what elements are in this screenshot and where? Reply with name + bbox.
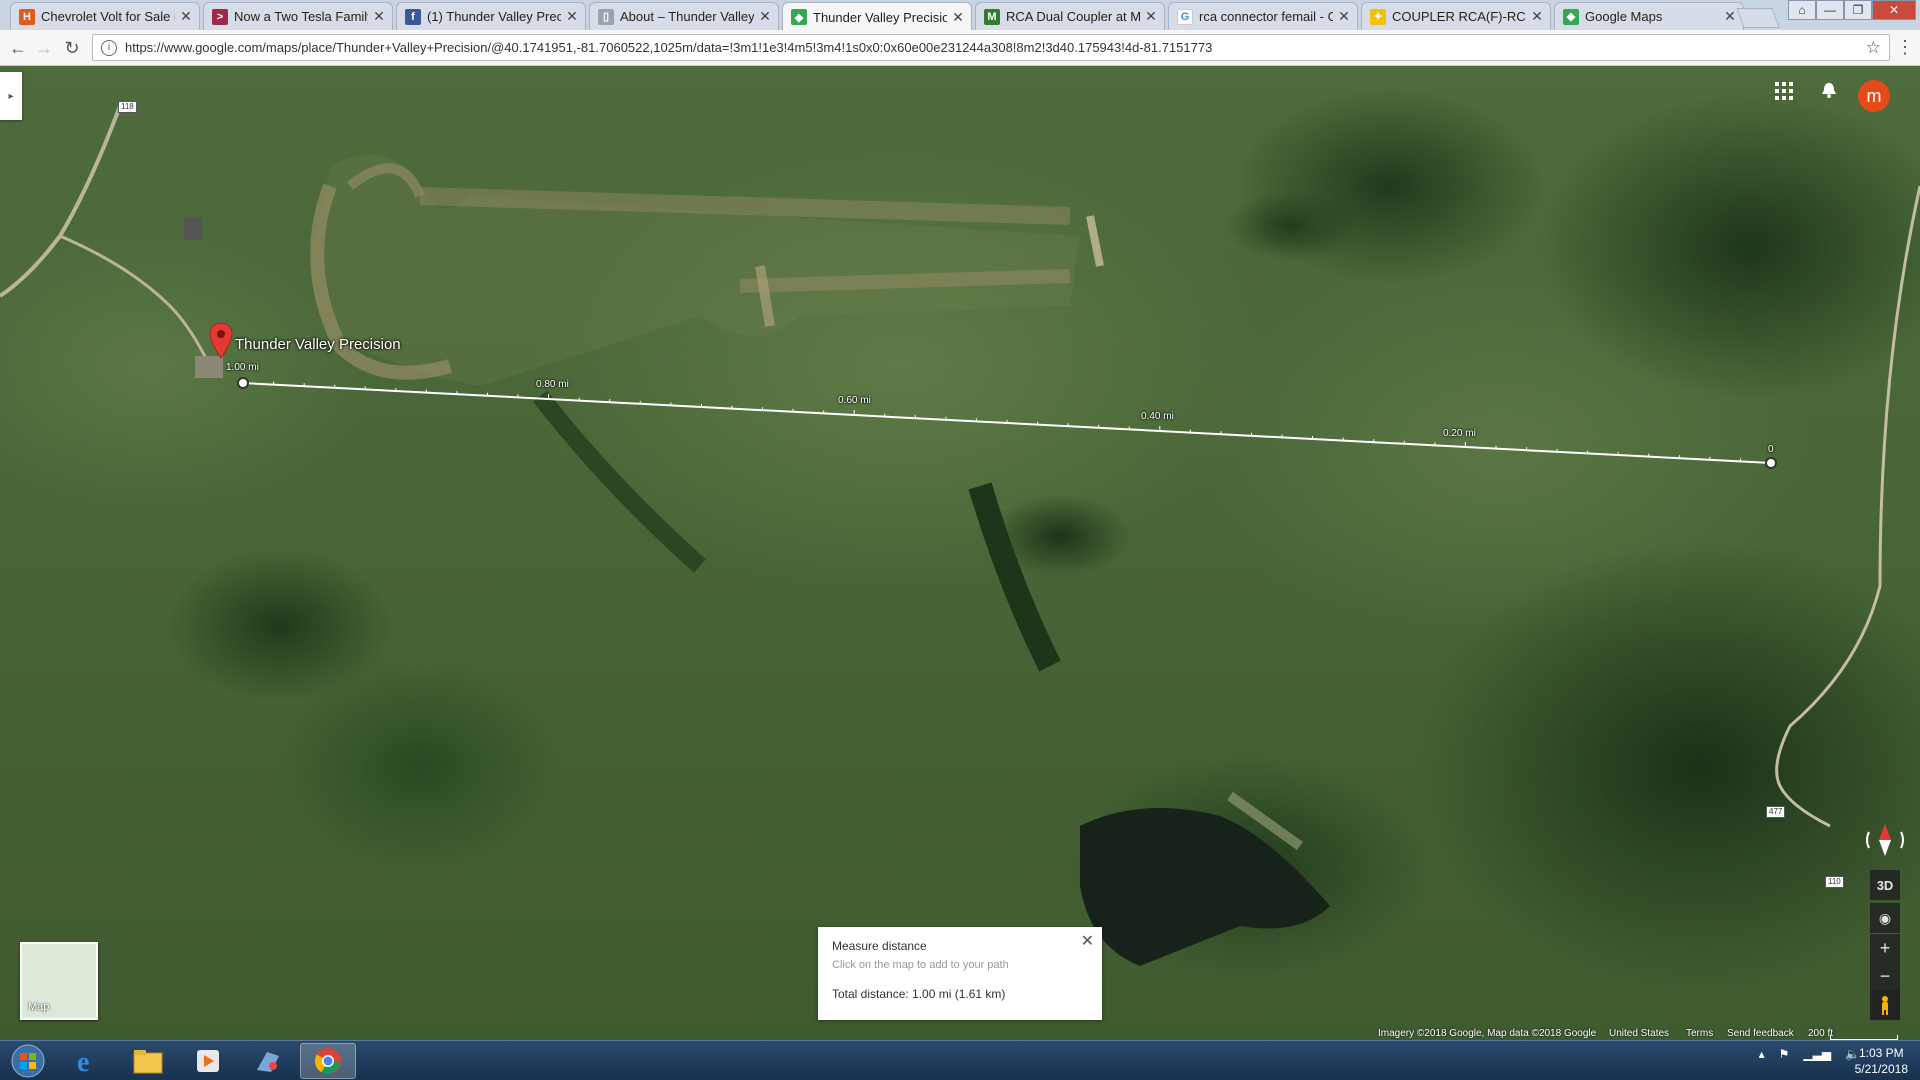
tab-5-close-icon[interactable]: ✕: [1144, 8, 1158, 25]
browser-menu-icon[interactable]: ⋮: [1896, 37, 1914, 58]
tab-6-title: rca connector femail - G: [1199, 9, 1333, 24]
address-bar[interactable]: i https://www.google.com/maps/place/Thun…: [92, 34, 1890, 61]
map-layer-toggle[interactable]: Map: [20, 942, 98, 1020]
new-tab-button[interactable]: [1736, 8, 1780, 28]
media-player-icon[interactable]: [180, 1043, 236, 1079]
tab-7[interactable]: ✦ COUPLER RCA(F)-RCA(F ✕: [1361, 2, 1551, 30]
send-feedback-link[interactable]: Send feedback: [1727, 1028, 1794, 1039]
svg-text:e: e: [77, 1047, 89, 1076]
tab-1[interactable]: > Now a Two Tesla Family ✕: [203, 2, 393, 30]
tab-3[interactable]: ▯ About – Thunder Valley I ✕: [589, 2, 779, 30]
tab-2-favicon-icon: f: [405, 8, 421, 25]
tab-4-close-icon[interactable]: ✕: [951, 9, 965, 26]
tab-8-favicon-icon: ◆: [1563, 8, 1579, 25]
clock-time: 1:03 PM: [1858, 1046, 1904, 1060]
reload-icon[interactable]: ↻: [60, 36, 84, 60]
distance-label-0-80: 0.80 mi: [536, 379, 569, 390]
minimize-button[interactable]: —: [1816, 0, 1844, 20]
compass-icon: [1866, 824, 1904, 856]
tab-7-close-icon[interactable]: ✕: [1530, 8, 1544, 25]
attribution-bar: Imagery ©2018 Google, Map data ©2018 Goo…: [0, 1026, 1920, 1040]
imagery-attribution: Imagery ©2018 Google, Map data ©2018 Goo…: [1378, 1028, 1597, 1039]
bookmark-star-icon[interactable]: ☆: [1866, 38, 1881, 58]
tab-2-close-icon[interactable]: ✕: [565, 8, 579, 25]
tab-0-favicon-icon: H: [19, 8, 35, 25]
measure-hint: Click on the map to add to your path: [832, 959, 1009, 971]
tab-6[interactable]: G rca connector femail - G ✕: [1168, 2, 1358, 30]
zoom-in-button[interactable]: +: [1870, 934, 1900, 962]
distance-label-0-20: 0.20 mi: [1443, 428, 1476, 439]
tab-3-close-icon[interactable]: ✕: [758, 8, 772, 25]
tab-0-title: Chevrolet Volt for Sale in: [41, 9, 175, 24]
my-location-icon[interactable]: ◉: [1870, 903, 1900, 933]
back-arrow-icon[interactable]: ←: [6, 36, 30, 60]
tab-6-close-icon[interactable]: ✕: [1337, 8, 1351, 25]
distance-label-0-60: 0.60 mi: [838, 395, 871, 406]
tab-1-title: Now a Two Tesla Family: [234, 9, 368, 24]
tab-5-title: RCA Dual Coupler at Me: [1006, 9, 1140, 24]
measure-start-point[interactable]: [237, 377, 249, 389]
system-tray: ▴ ⚑ ▁▃▅ 🔈: [1759, 1047, 1860, 1061]
distance-label-0-40: 0.40 mi: [1141, 411, 1174, 422]
country-link[interactable]: United States: [1609, 1028, 1669, 1039]
chrome-icon[interactable]: [300, 1043, 356, 1079]
measure-path: [237, 377, 1777, 469]
tab-2-title: (1) Thunder Valley Precis: [427, 9, 561, 24]
tab-2[interactable]: f (1) Thunder Valley Precis ✕: [396, 2, 586, 30]
pegman-street-view-icon[interactable]: [1870, 990, 1900, 1020]
tab-4-favicon-icon: ◆: [791, 9, 807, 25]
tab-8-close-icon[interactable]: ✕: [1723, 8, 1737, 25]
tab-0-close-icon[interactable]: ✕: [179, 8, 193, 25]
action-center-flag-icon[interactable]: ⚑: [1779, 1047, 1790, 1061]
forward-arrow-icon[interactable]: →: [32, 36, 56, 60]
tab-4-title: Thunder Valley Precision: [813, 9, 947, 25]
network-signal-icon[interactable]: ▁▃▅: [1803, 1047, 1831, 1061]
tab-7-title: COUPLER RCA(F)-RCA(F: [1392, 9, 1526, 24]
tab-strip: H Chevrolet Volt for Sale in ✕ > Now a T…: [0, 0, 1920, 31]
user-profile-button[interactable]: ⌂: [1788, 0, 1816, 20]
compass-control[interactable]: [1863, 818, 1907, 862]
tab-8[interactable]: ◆ Google Maps ✕: [1554, 2, 1744, 30]
windows-logo-icon: [11, 1044, 45, 1078]
paint-icon[interactable]: [240, 1043, 296, 1079]
tab-4-active[interactable]: ◆ Thunder Valley Precision ✕: [782, 2, 972, 31]
tab-5-favicon-icon: M: [984, 8, 1000, 25]
place-pin-icon[interactable]: [208, 322, 234, 360]
zoom-out-button[interactable]: −: [1870, 962, 1900, 990]
measure-distance-panel: Measure distance Click on the map to add…: [818, 927, 1102, 1020]
satellite-map[interactable]: ▸ m 118 477 110 1.00 mi 0.80 mi 0.60 mi …: [0, 66, 1920, 1040]
windows-taskbar: e ▴ ⚑ ▁▃▅ 🔈 1:03 PM 5/21/2018: [0, 1040, 1920, 1080]
site-info-icon[interactable]: i: [101, 39, 117, 56]
tab-5[interactable]: M RCA Dual Coupler at Me ✕: [975, 2, 1165, 30]
tab-0[interactable]: H Chevrolet Volt for Sale in ✕: [10, 2, 200, 30]
url-text: https://www.google.com/maps/place/Thunde…: [125, 40, 1213, 55]
tilt-3d-button[interactable]: 3D: [1870, 870, 1900, 900]
tab-3-title: About – Thunder Valley I: [620, 9, 754, 24]
measure-total: Total distance: 1.00 mi (1.61 km): [832, 987, 1006, 1001]
place-name-label[interactable]: Thunder Valley Precision: [235, 336, 401, 353]
close-measure-icon[interactable]: ✕: [1081, 931, 1094, 951]
file-explorer-icon[interactable]: [120, 1043, 176, 1079]
tab-1-close-icon[interactable]: ✕: [372, 8, 386, 25]
close-window-button[interactable]: ✕: [1872, 0, 1916, 20]
system-clock[interactable]: 1:03 PM 5/21/2018: [1855, 1045, 1908, 1077]
distance-label-1-00: 1.00 mi: [226, 362, 259, 373]
tab-8-title: Google Maps: [1585, 9, 1663, 24]
terms-link[interactable]: Terms: [1686, 1028, 1713, 1039]
tab-7-favicon-icon: ✦: [1370, 8, 1386, 25]
distance-label-0: 0: [1768, 444, 1774, 455]
browser-toolbar: ← → ↻ i https://www.google.com/maps/plac…: [0, 30, 1920, 66]
tab-3-favicon-icon: ▯: [598, 8, 614, 25]
measure-title: Measure distance: [832, 939, 927, 953]
internet-explorer-icon[interactable]: e: [60, 1043, 116, 1079]
map-layer-label: Map: [28, 1001, 50, 1013]
tab-6-favicon-icon: G: [1177, 8, 1193, 25]
tab-1-favicon-icon: >: [212, 8, 228, 25]
measure-end-point[interactable]: [1765, 457, 1777, 469]
start-button[interactable]: [6, 1043, 50, 1079]
show-hidden-icons-icon[interactable]: ▴: [1759, 1047, 1765, 1061]
clock-date: 5/21/2018: [1854, 1062, 1908, 1076]
maximize-button[interactable]: ❐: [1844, 0, 1872, 20]
